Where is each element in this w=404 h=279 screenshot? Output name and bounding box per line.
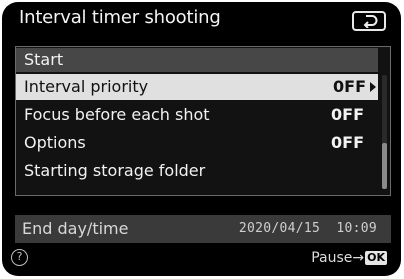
end-time-label: End day/time <box>22 219 129 238</box>
menu-item-interval-priority[interactable]: Interval priority 0FF <box>16 74 378 100</box>
menu-list: Start Interval priority 0FF Focus before… <box>15 46 391 196</box>
menu-item-label: Focus before each shot <box>24 105 210 124</box>
menu-item-label: Options <box>24 133 86 152</box>
menu-item-label: Starting storage folder <box>24 161 206 180</box>
page-title: Interval timer shooting <box>19 7 221 28</box>
chevron-right-icon <box>370 82 376 92</box>
start-item[interactable]: Start <box>16 48 378 72</box>
pause-label: Pause <box>311 250 353 266</box>
menu-item-value: 0FF <box>333 77 366 96</box>
menu-item-value: 0FF <box>331 133 364 152</box>
menu-item-focus-before-shot[interactable]: Focus before each shot 0FF <box>16 102 378 128</box>
menu-item-value: 0FF <box>331 105 364 124</box>
end-time-value: 2020/04/15 10:09 <box>238 221 377 236</box>
menu-item-starting-storage-folder[interactable]: Starting storage folder <box>16 158 378 184</box>
scrollbar-thumb[interactable] <box>382 143 387 189</box>
arrow-right-icon: → <box>352 250 365 266</box>
pause-hint: Pause→ OK <box>311 248 387 268</box>
end-time-bar: End day/time 2020/04/15 10:09 <box>15 215 391 243</box>
start-label: Start <box>24 50 64 69</box>
interval-timer-screen: Interval timer shooting Start Interval p… <box>2 2 401 276</box>
title-bar: Interval timer shooting <box>2 2 401 38</box>
ok-button-icon: OK <box>365 251 387 265</box>
back-button[interactable] <box>352 11 386 31</box>
help-icon[interactable]: ? <box>11 249 28 266</box>
menu-item-label: Interval priority <box>24 77 149 96</box>
menu-item-options[interactable]: Options 0FF <box>16 130 378 156</box>
return-arrow-icon <box>363 15 378 28</box>
help-glyph: ? <box>16 250 23 263</box>
